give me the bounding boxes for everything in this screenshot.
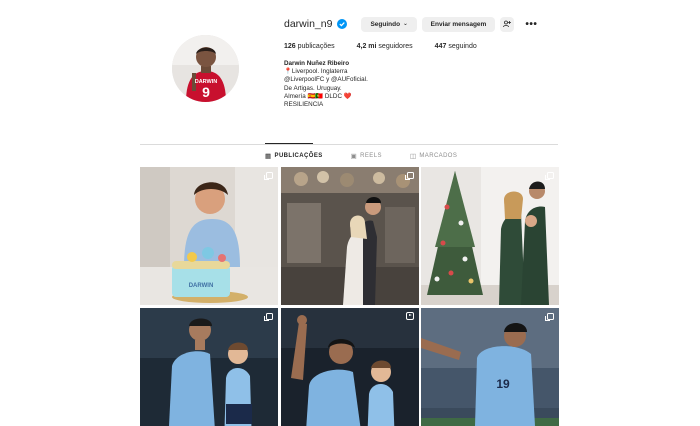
profile-full-name: Darwin Nuñez Ribeiro [284, 60, 350, 67]
more-options-icon[interactable]: ••• [525, 19, 537, 30]
tab-marcados[interactable]: ◫ MARCADOS [410, 152, 457, 160]
cake-text: DARWIN [189, 283, 214, 289]
post-tile-christmas[interactable] [421, 167, 559, 305]
reel-video-icon [405, 311, 414, 320]
following-button[interactable]: Seguindo ⌄ [361, 16, 417, 32]
avatar-photo: DARWIN 9 [172, 35, 239, 102]
bio-line-extra: Almería 🇪🇸🇵🇹 DLDC ❤️ [284, 92, 352, 100]
suggested-users-button[interactable] [500, 16, 515, 32]
multiple-photos-icon [545, 312, 554, 321]
post-tile-birthday[interactable]: DARWIN [140, 167, 278, 305]
bio-line-location: 📍Liverpool. Inglaterra [284, 68, 348, 76]
post-photo [280, 167, 419, 305]
tab-publicacoes[interactable]: ▦ PUBLICAÇÕES [265, 152, 323, 160]
grid-icon: ▦ [265, 153, 272, 160]
post-tile-stadium[interactable]: 19 [421, 307, 559, 426]
multiple-photos-icon [404, 172, 414, 180]
shirt-number: 19 [496, 377, 510, 391]
post-photo: DARWIN [140, 167, 278, 305]
bio-line-motto: RESILIENCIA [284, 101, 324, 109]
following-button-label: Seguindo [370, 20, 401, 28]
reels-icon: ▣ [350, 153, 358, 160]
profile-username: darwin_n9 [284, 18, 333, 30]
posts-stat: 126 publicações [284, 43, 335, 50]
followers-stat[interactable]: 4,2 mi seguidores [357, 43, 413, 50]
post-tile-uruguay-child[interactable] [140, 307, 278, 426]
active-tab-indicator [265, 143, 313, 144]
posts-label: publicações [297, 43, 335, 50]
tabs-divider [140, 144, 558, 145]
post-photo [421, 167, 559, 305]
post-tile-couple[interactable] [280, 167, 419, 305]
followers-count: 4,2 mi [356, 43, 377, 50]
profile-header: darwin_n9 Seguindo ⌄ Enviar mensagem ••• [284, 16, 537, 32]
add-person-icon [503, 20, 512, 28]
tab-reels-label: REELS [360, 153, 382, 159]
post-tile-celebration-reel[interactable] [280, 307, 419, 426]
tab-reels[interactable]: ▣ REELS [351, 152, 382, 160]
post-photo: 19 [421, 307, 559, 426]
following-stat[interactable]: 447 seguindo [435, 43, 477, 50]
profile-bio: Darwin Nuñez Ribeiro 📍Liverpool. Inglate… [284, 60, 368, 109]
following-label: seguindo [448, 43, 477, 50]
post-photo [140, 307, 278, 426]
tagged-icon: ◫ [409, 153, 417, 160]
profile-avatar[interactable]: DARWIN 9 [172, 35, 239, 102]
multiple-photos-icon [264, 312, 273, 321]
followers-label: seguidores [378, 43, 413, 50]
multiple-photos-icon [545, 172, 554, 180]
profile-tabs: ▦ PUBLICAÇÕES ▣ REELS ◫ MARCADOS [265, 152, 485, 160]
posts-count: 126 [284, 43, 296, 50]
chevron-down-icon: ⌄ [403, 21, 408, 27]
tab-marcados-label: MARCADOS [419, 153, 458, 159]
verified-badge-icon [337, 19, 348, 29]
multiple-photos-icon [264, 172, 273, 180]
tab-publicacoes-label: PUBLICAÇÕES [274, 153, 323, 159]
avatar-jersey-number: 9 [202, 84, 210, 100]
bio-line-clubs[interactable]: @LiverpoolFC y @AUFoficial. [284, 76, 368, 84]
bio-line-origin: De Artigas. Uruguay. [284, 84, 342, 92]
profile-stats: 126 publicações 4,2 mi seguidores 447 se… [284, 43, 499, 50]
following-count: 447 [434, 43, 447, 50]
post-photo [280, 307, 419, 426]
posts-grid: DARWIN 19 [140, 167, 559, 426]
send-message-button[interactable]: Enviar mensagem [421, 16, 496, 32]
